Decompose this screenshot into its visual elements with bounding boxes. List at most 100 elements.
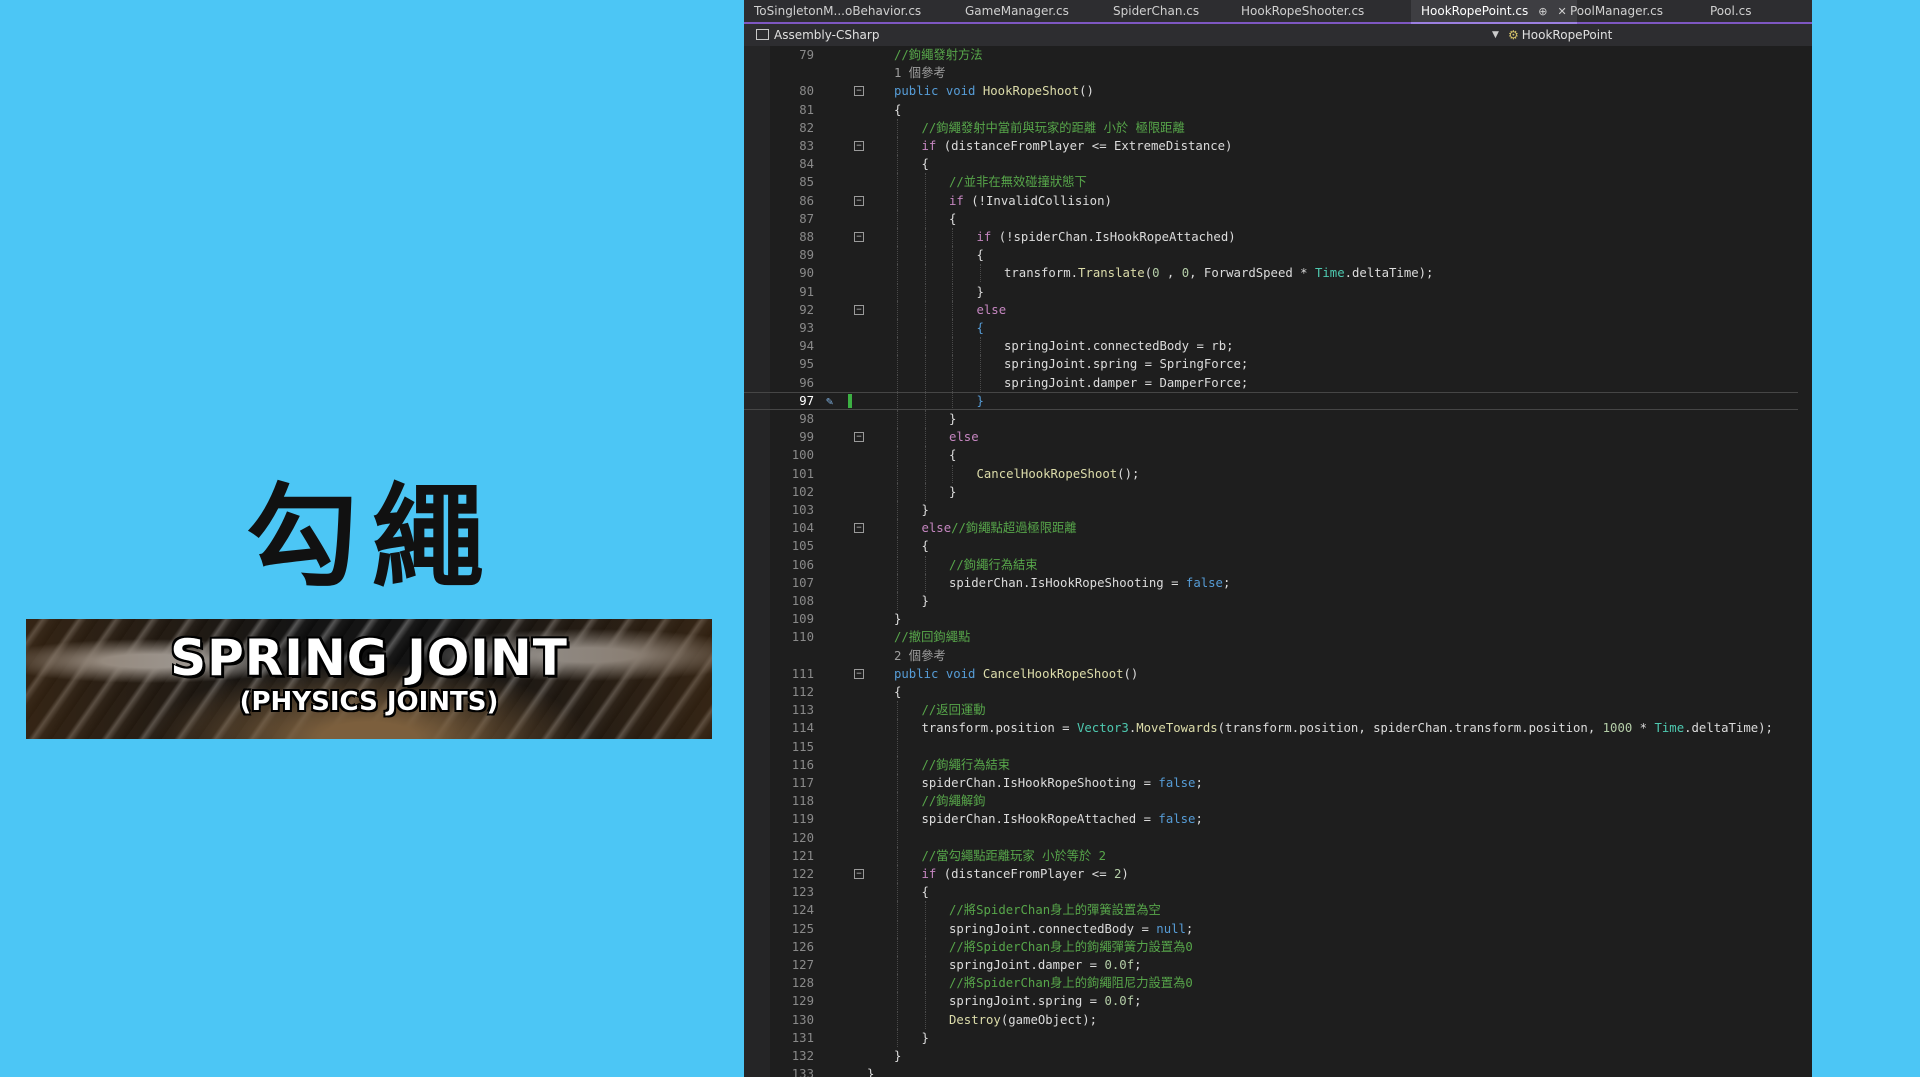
code-line[interactable]: 1 個參考 — [744, 64, 1812, 82]
code-text: else//鉤繩點超過極限距離 — [922, 519, 1077, 537]
pin-icon[interactable]: ⊕ — [1538, 5, 1547, 18]
code-line[interactable]: 115 — [744, 737, 1812, 756]
code-line[interactable]: 120 — [744, 828, 1812, 847]
code-token: false — [1158, 776, 1196, 790]
code-line[interactable]: 83 − if (distanceFromPlayer <= ExtremeDist… — [744, 137, 1812, 155]
code-line[interactable]: 89 { — [744, 246, 1812, 265]
code-line[interactable]: 129 springJoint.spring = 0.0f; — [744, 992, 1812, 1011]
code-line[interactable]: 125 springJoint.connectedBody = null; — [744, 919, 1812, 938]
collapse-icon[interactable]: − — [854, 86, 864, 97]
collapse-icon[interactable]: − — [854, 668, 864, 679]
line-number: 101 — [791, 466, 814, 481]
indent-guide — [897, 428, 899, 447]
code-line[interactable]: 133} — [744, 1065, 1812, 1077]
tab-pool[interactable]: Pool.cs — [1700, 0, 1762, 22]
code-line[interactable]: 85 //並非在無效碰撞狀態下 — [744, 173, 1812, 192]
code-line[interactable]: 127 springJoint.damper = 0.0f; — [744, 956, 1812, 974]
code-line[interactable]: 126 //將SpiderChan身上的鉤繩彈簧力設置為0 — [744, 937, 1812, 956]
collapse-icon[interactable]: − — [854, 141, 864, 151]
collapse-icon[interactable]: − — [854, 195, 864, 206]
code-token: spiderChan.IsHookRopeAttached = — [921, 812, 1159, 827]
code-token: false — [1185, 575, 1223, 590]
code-line[interactable]: 87 { — [744, 209, 1812, 228]
code-line[interactable]: 90 transform.Translate(0 , 0, ForwardSpee… — [744, 264, 1812, 283]
code-line[interactable]: 114 transform.position = Vector3.MoveTowa… — [744, 719, 1812, 738]
indent-guide — [897, 373, 899, 392]
code-area[interactable]: 79 //鉤繩發射方法 1 個參考 80 − public void HookRopeSh… — [744, 46, 1812, 1077]
code-line[interactable]: 79 //鉤繩發射方法 — [744, 46, 1812, 64]
code-line[interactable]: 100 { — [744, 446, 1812, 465]
collapse-icon[interactable]: − — [854, 523, 864, 534]
indent-guide — [924, 391, 927, 410]
collapse-icon[interactable]: − — [854, 869, 864, 879]
code-line[interactable]: 121 //當勾繩點距離玩家 小於等於 2 — [744, 846, 1812, 865]
code-line[interactable]: 80 − public void HookRopeShoot() — [744, 82, 1812, 100]
reference-count[interactable]: 2 個參考 — [894, 647, 946, 665]
code-line[interactable]: 123 { — [744, 883, 1812, 902]
code-line[interactable]: 113 //返回運動 — [744, 701, 1812, 720]
tab-spiderchan[interactable]: SpiderChan.cs — [1103, 0, 1209, 22]
line-number: 85 — [799, 175, 814, 190]
code-line[interactable]: 93 { — [744, 319, 1812, 337]
code-line[interactable]: 2 個參考 — [744, 647, 1812, 665]
reference-count[interactable]: 1 個參考 — [894, 64, 946, 82]
indent-guide — [897, 792, 899, 811]
code-text: springJoint.connectedBody = null; — [949, 920, 1193, 938]
code-line[interactable]: 98} — [744, 410, 1812, 428]
code-line[interactable]: 84 { — [744, 155, 1812, 174]
code-line[interactable]: 81 { — [744, 101, 1812, 119]
tab-tosingleton[interactable]: ToSingletonM...oBehavior.cs — [744, 0, 931, 22]
code-line[interactable]: 130 Destroy(gameObject); — [744, 1010, 1812, 1029]
class-member-dropdown[interactable]: ⚙ HookRopePoint — [1508, 24, 1612, 46]
code-line[interactable]: 105 { — [744, 537, 1812, 556]
code-line[interactable]: 108} — [744, 592, 1812, 610]
code-line[interactable]: 101 CancelHookRopeShoot(); — [744, 464, 1812, 483]
indent-guide — [897, 1010, 899, 1029]
code-line[interactable]: 106 //鉤繩行為結束 — [744, 555, 1812, 574]
code-line[interactable]: 91} — [744, 282, 1812, 301]
code-line[interactable]: 97 ✎} — [744, 391, 1812, 410]
code-text: //將SpiderChan身上的彈簧設置為空 — [949, 901, 1161, 919]
code-line[interactable]: 92 − else — [744, 300, 1812, 319]
chevron-down-icon[interactable]: ▼ — [1492, 24, 1499, 46]
code-line[interactable]: 124 //將SpiderChan身上的彈簧設置為空 — [744, 901, 1812, 920]
tab-poolmanager[interactable]: PoolManager.cs — [1560, 0, 1673, 22]
code-line[interactable]: 96 springJoint.damper = DamperForce; — [744, 373, 1812, 392]
code-line[interactable]: 122 − if (distanceFromPlayer <= 2) — [744, 865, 1812, 883]
project-dropdown[interactable]: Assembly-CSharp — [756, 24, 879, 46]
collapse-icon[interactable]: − — [854, 432, 864, 443]
code-line[interactable]: 109} — [744, 610, 1812, 628]
collapse-icon[interactable]: − — [854, 232, 864, 242]
code-line[interactable]: 116 //鉤繩行為結束 — [744, 755, 1812, 774]
collapse-icon[interactable]: − — [854, 304, 864, 315]
code-line[interactable]: 117 spiderChan.IsHookRopeShooting = false… — [744, 774, 1812, 792]
code-text: //鉤繩行為結束 — [922, 756, 1011, 774]
code-line[interactable]: 99 − else — [744, 428, 1812, 447]
code-line[interactable]: 103} — [744, 501, 1812, 519]
indent-guide — [897, 191, 899, 210]
code-line[interactable]: 112 { — [744, 683, 1812, 701]
code-line[interactable]: 82 //鉤繩發射中當前與玩家的距離 小於 極限距離 — [744, 118, 1812, 137]
code-line[interactable]: 107 spiderChan.IsHookRopeShooting = false… — [744, 573, 1812, 592]
tab-gamemanager[interactable]: GameManager.cs — [955, 0, 1079, 22]
code-line[interactable]: 118 //鉤繩解鉤 — [744, 792, 1812, 811]
code-line[interactable]: 110 //撤回鉤繩點 — [744, 628, 1812, 646]
code-line[interactable]: 102} — [744, 482, 1812, 501]
code-line[interactable]: 94 springJoint.connectedBody = rb; — [744, 337, 1812, 356]
code-line[interactable]: 95 springJoint.spring = SpringForce; — [744, 355, 1812, 374]
tab-hookropepoint[interactable]: HookRopePoint.cs ⊕ ✕ — [1411, 0, 1577, 24]
tab-hookropeshooter[interactable]: HookRopeShooter.cs — [1231, 0, 1374, 22]
code-line[interactable]: 132} — [744, 1047, 1812, 1065]
vertical-scrollbar[interactable] — [1798, 46, 1812, 1077]
code-line[interactable]: 88 − if (!spiderChan.IsHookRopeAttached) — [744, 228, 1812, 246]
code-text: //當勾繩點距離玩家 小於等於 2 — [922, 847, 1107, 865]
code-line[interactable]: 119 spiderChan.IsHookRopeAttached = false… — [744, 810, 1812, 829]
code-line[interactable]: 86 − if (!InvalidCollision) — [744, 191, 1812, 210]
code-line[interactable]: 111 − public void CancelHookRopeShoot() — [744, 665, 1812, 683]
code-editor: ToSingletonM...oBehavior.cs GameManager.… — [744, 0, 1812, 1077]
code-line[interactable]: 128 //將SpiderChan身上的鉤繩阻尼力設置為0 — [744, 974, 1812, 993]
code-token: else — [976, 302, 1007, 317]
code-line[interactable]: 104 − else//鉤繩點超過極限距離 — [744, 519, 1812, 538]
code-line[interactable]: 131} — [744, 1028, 1812, 1047]
line-number: 92 — [799, 302, 814, 317]
